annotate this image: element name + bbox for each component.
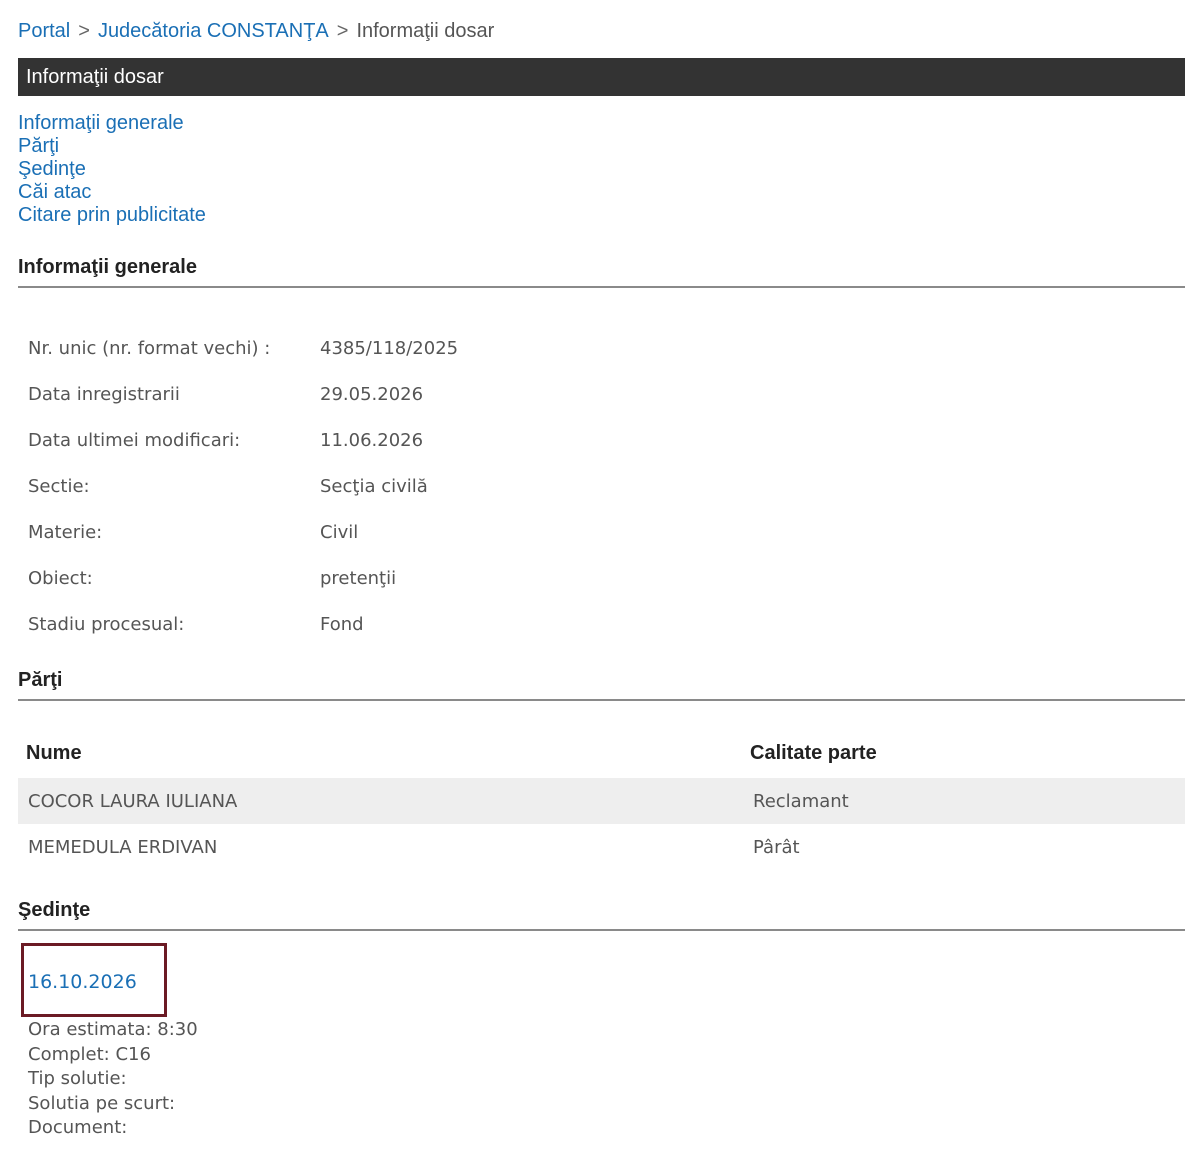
- general-info-heading: Informaţii generale: [18, 255, 1185, 288]
- party-role: Pârât: [753, 836, 800, 858]
- info-row: Data inregistrarii 29.05.2026: [28, 371, 458, 417]
- info-label: Nr. unic (nr. format vechi) :: [28, 337, 271, 359]
- info-label: Stadiu procesual:: [28, 613, 185, 635]
- parties-table-header: Nume Calitate parte: [18, 730, 1185, 776]
- party-name: COCOR LAURA IULIANA: [28, 790, 238, 812]
- info-label: Obiect:: [28, 567, 93, 589]
- info-row: Obiect: pretenţii: [28, 555, 458, 601]
- parties-heading: Părţi: [18, 668, 1185, 701]
- breadcrumb-court-link[interactable]: Judecătoria CONSTANŢA: [98, 20, 329, 42]
- nav-link-appeals[interactable]: Căi atac: [18, 181, 206, 204]
- breadcrumb-current: Informaţii dosar: [356, 20, 495, 42]
- info-row: Data ultimei modificari: 11.06.2026: [28, 417, 458, 463]
- hearing-solution-summary: Solutia pe scurt:: [28, 1092, 176, 1114]
- table-row: COCOR LAURA IULIANA Reclamant: [18, 778, 1185, 824]
- hearing-estimated-time: Ora estimata: 8:30: [28, 1019, 198, 1040]
- column-header-role: Calitate parte: [750, 741, 877, 764]
- page-title-bar: Informaţii dosar: [18, 58, 1185, 96]
- nav-link-parties[interactable]: Părţi: [18, 135, 206, 158]
- info-row: Stadiu procesual: Fond: [28, 601, 458, 647]
- breadcrumb-separator: >: [336, 20, 349, 42]
- info-label: Data ultimei modificari:: [28, 429, 241, 451]
- info-row: Sectie: Secţia civilă: [28, 463, 458, 509]
- section-nav: Informaţii generale Părţi Şedinţe Căi at…: [18, 112, 206, 227]
- column-header-name: Nume: [26, 741, 82, 764]
- party-role: Reclamant: [753, 790, 849, 812]
- breadcrumb: Portal > Judecătoria CONSTANŢA > Informaţii …: [18, 19, 494, 43]
- info-label: Sectie:: [28, 475, 90, 497]
- info-row: Nr. unic (nr. format vechi) : 4385/118/2…: [28, 325, 458, 371]
- party-name: MEMEDULA ERDIVAN: [28, 836, 218, 858]
- hearing-panel: Complet: C16: [28, 1043, 151, 1065]
- info-row: Materie: Civil: [28, 509, 458, 555]
- info-value: 4385/118/2025: [320, 337, 459, 359]
- hearing-document: Document:: [28, 1117, 128, 1138]
- info-value: Civil: [320, 521, 359, 543]
- info-label: Data inregistrarii: [28, 383, 180, 405]
- info-value: Secţia civilă: [320, 475, 428, 497]
- info-label: Materie:: [28, 521, 103, 543]
- general-info-table: Nr. unic (nr. format vechi) : 4385/118/2…: [28, 325, 458, 647]
- info-value: Fond: [320, 613, 364, 635]
- nav-link-general-info[interactable]: Informaţii generale: [18, 112, 206, 135]
- hearings-heading: Şedinţe: [18, 898, 1185, 931]
- hearing-date-link[interactable]: 16.10.2026: [28, 971, 137, 993]
- info-value: pretenţii: [320, 567, 397, 589]
- hearing-solution-type: Tip solutie:: [28, 1068, 127, 1089]
- breadcrumb-portal-link[interactable]: Portal: [18, 20, 70, 42]
- info-value: 29.05.2026: [320, 383, 424, 405]
- nav-link-public-summons[interactable]: Citare prin publicitate: [18, 204, 206, 227]
- table-row: MEMEDULA ERDIVAN Pârât: [18, 824, 1185, 870]
- hearing-details: Ora estimata: 8:30 Complet: C16 Tip solu…: [28, 1018, 198, 1141]
- nav-link-hearings[interactable]: Şedinţe: [18, 158, 206, 181]
- info-value: 11.06.2026: [320, 429, 424, 451]
- breadcrumb-separator: >: [78, 20, 90, 42]
